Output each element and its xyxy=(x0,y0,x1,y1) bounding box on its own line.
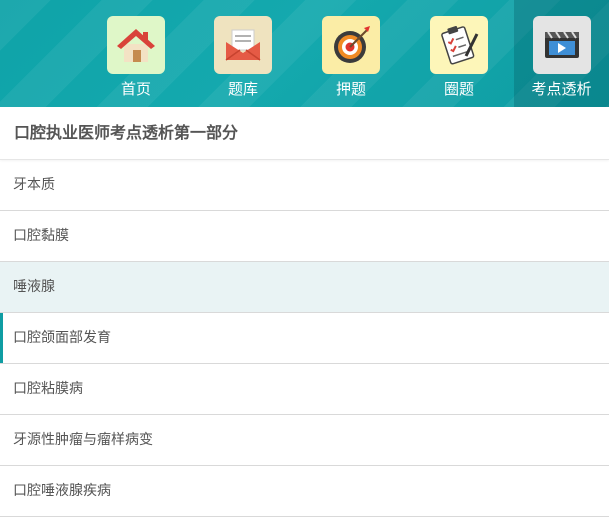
nav-item-home[interactable]: 首页 xyxy=(82,0,190,107)
list-item[interactable]: 牙本质 xyxy=(0,160,609,211)
nav-label-question-bank: 题库 xyxy=(227,80,258,98)
nav-label-circle-questions: 圈题 xyxy=(443,80,474,98)
target-icon xyxy=(322,16,380,74)
list-item[interactable]: 唾液腺 xyxy=(0,262,609,313)
section-title: 口腔执业医师考点透析第一部分 xyxy=(0,107,609,160)
list-item[interactable]: 口腔颌面部发育 xyxy=(0,313,609,364)
clipboard-icon xyxy=(430,16,488,74)
nav-item-predict-questions[interactable]: 押题 xyxy=(297,0,405,107)
nav-label-predict-questions: 押题 xyxy=(335,80,366,98)
nav-item-question-bank[interactable]: 题库 xyxy=(189,0,297,107)
envelope-icon xyxy=(214,16,272,74)
home-icon xyxy=(107,16,165,74)
nav-label-key-points: 考点透析 xyxy=(531,80,592,98)
list-item[interactable]: 牙源性肿瘤与瘤样病变 xyxy=(0,415,609,466)
list-item[interactable]: 口腔黏膜 xyxy=(0,211,609,262)
topic-list: 牙本质 口腔黏膜 唾液腺 口腔颌面部发育 口腔粘膜病 牙源性肿瘤与瘤样病变 口腔… xyxy=(0,160,609,517)
top-navigation: 首页 题库 押题 圈题 考点透析 xyxy=(0,0,609,107)
nav-item-key-points[interactable]: 考点透析 xyxy=(514,0,609,107)
nav-item-circle-questions[interactable]: 圈题 xyxy=(405,0,513,107)
video-icon xyxy=(532,16,591,74)
list-item[interactable]: 口腔唾液腺疾病 xyxy=(0,466,609,517)
list-item[interactable]: 口腔粘膜病 xyxy=(0,364,609,415)
nav-label-home: 首页 xyxy=(120,80,151,98)
